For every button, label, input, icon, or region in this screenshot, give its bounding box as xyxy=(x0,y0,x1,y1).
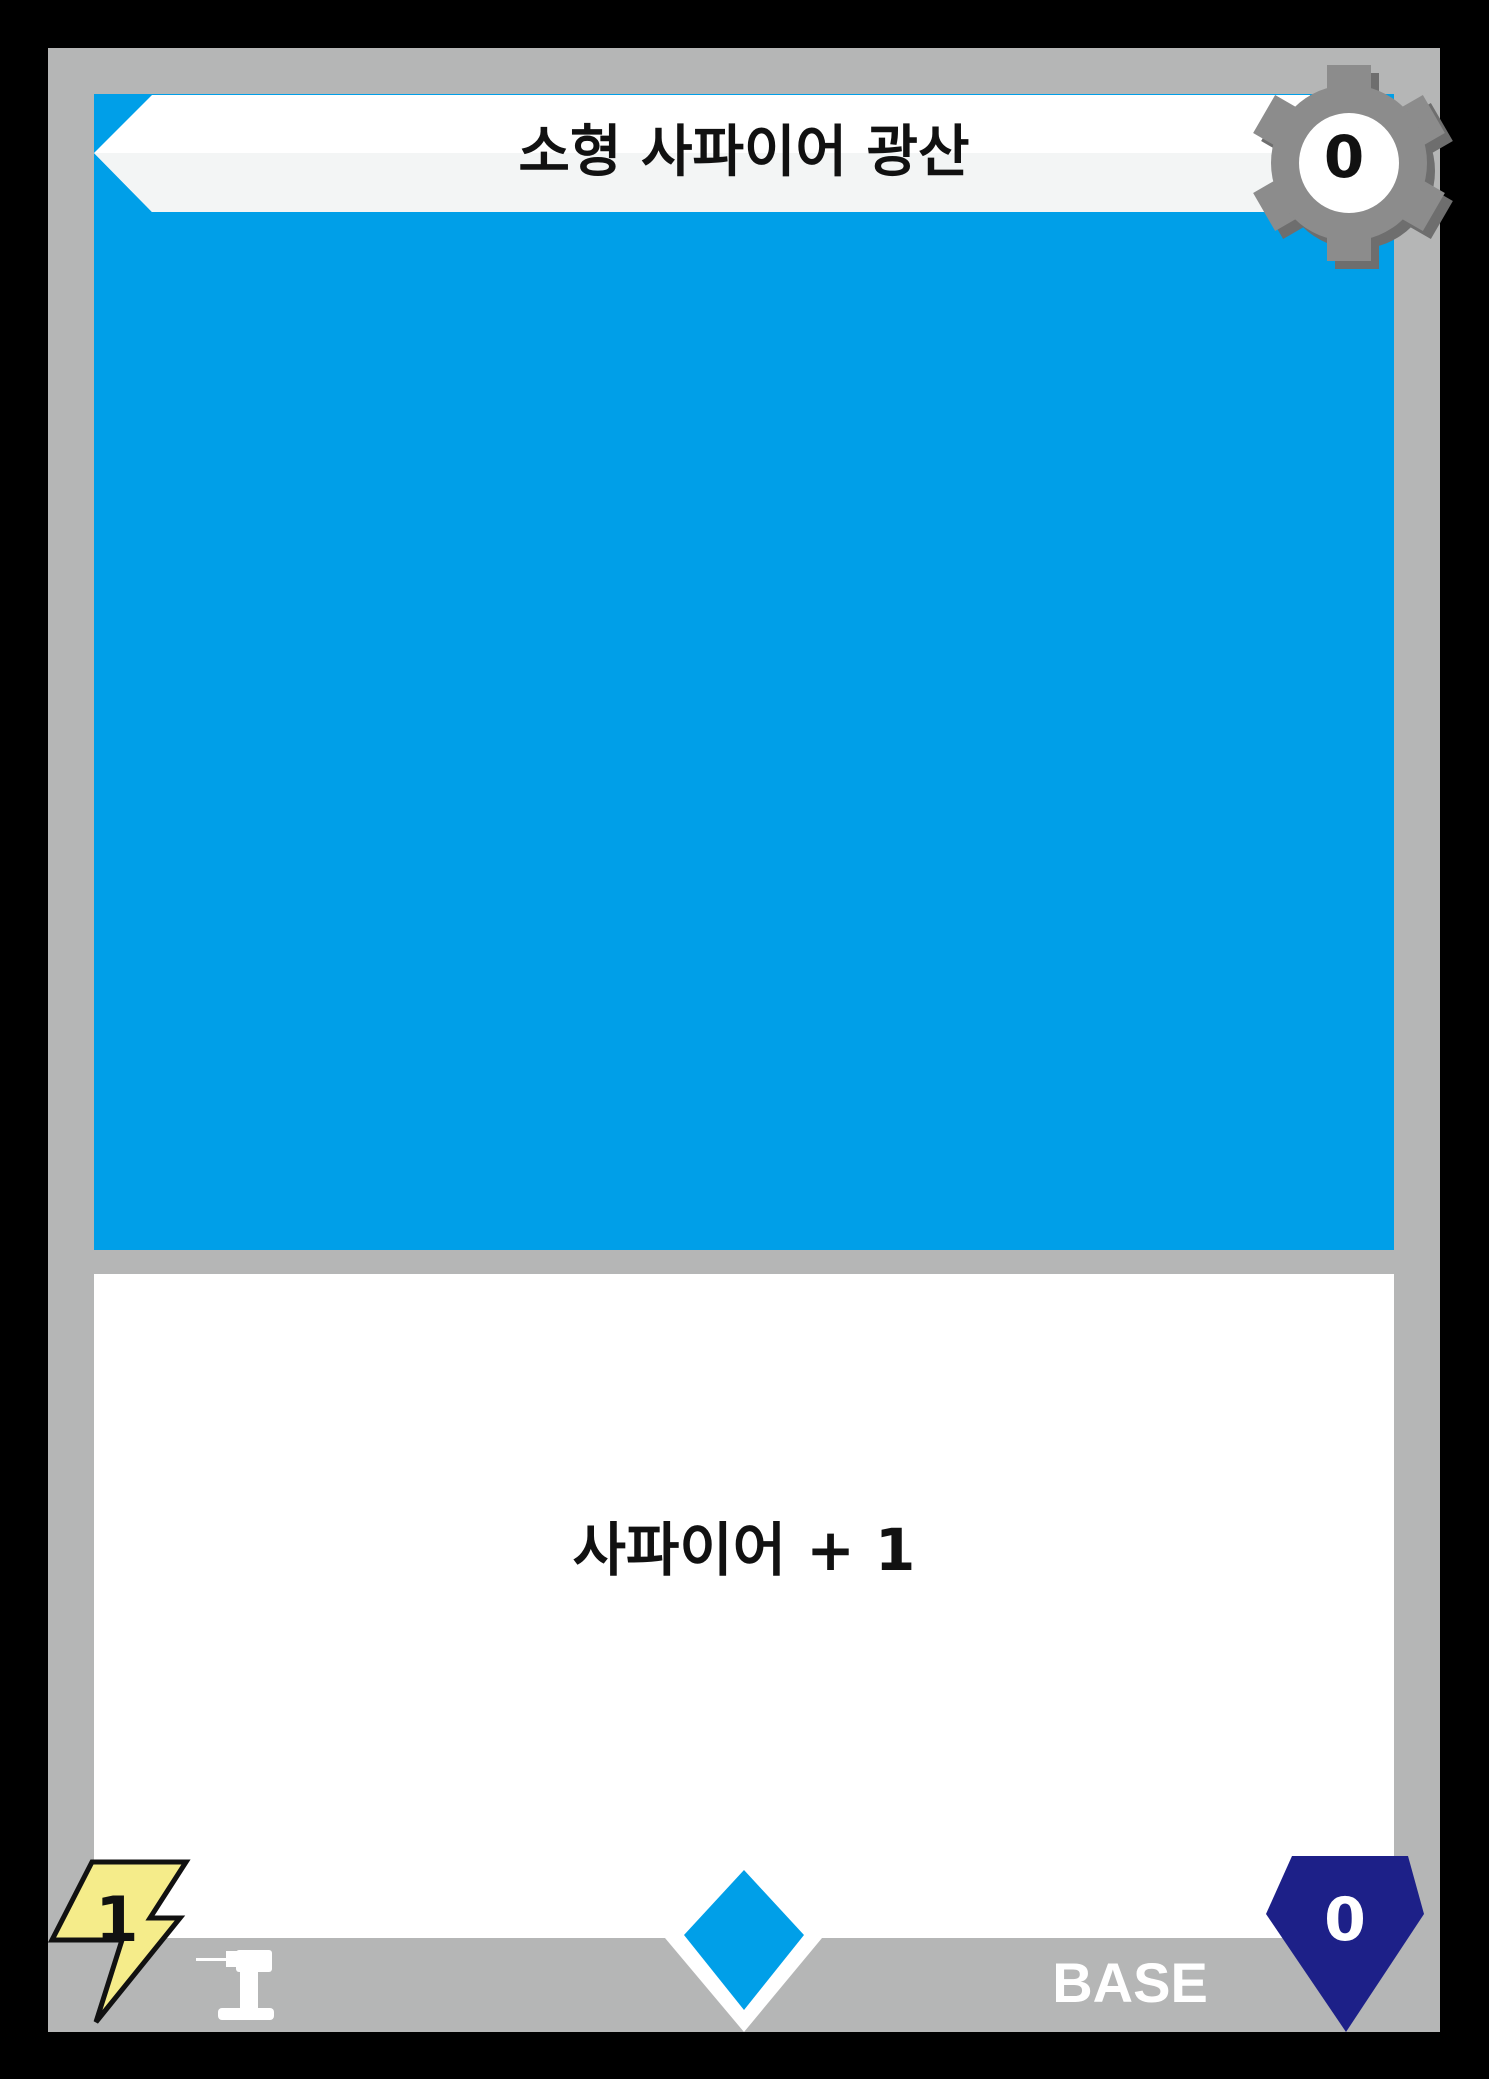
gem-value: 0 xyxy=(1324,1885,1366,1955)
card-type-label: BASE xyxy=(1052,1951,1208,2014)
cost-value: 1 xyxy=(95,1883,139,1956)
bottom-bar xyxy=(47,1856,1424,2032)
game-card[interactable]: 소형 사파이어 광산 0 사파이어 + 1 1 BASE 0 xyxy=(0,0,1489,2079)
